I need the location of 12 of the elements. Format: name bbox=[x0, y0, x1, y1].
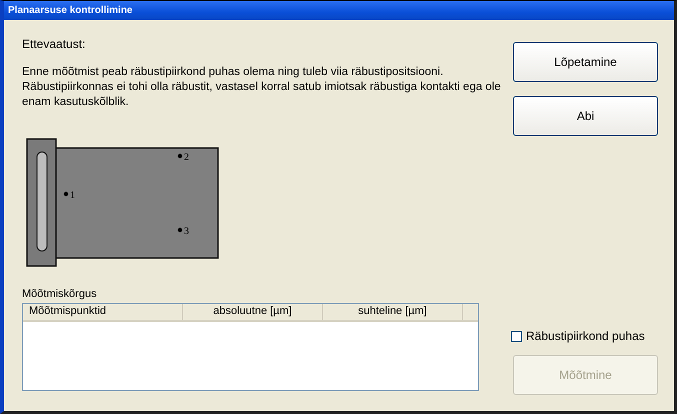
column-header[interactable]: suhteline [µm] bbox=[323, 304, 463, 320]
table-label: Mõõtmiskõrgus bbox=[22, 288, 98, 300]
probe-diagram: 1 2 3 bbox=[26, 138, 220, 268]
column-header[interactable]: absoluutne [µm] bbox=[183, 304, 323, 320]
warning-text: Enne mõõtmist peab räbustipiirkond puhas olema ning tuleb viia räbustipositsiooni. Räbustipiirkonnas ei tohi olla räbustit, vastasel korral satub imiotsak räbustiga kontakti ega ole enam kasutuskõlblik. bbox=[22, 65, 502, 110]
warning-heading: Ettevaatust: bbox=[22, 37, 86, 51]
checkbox[interactable] bbox=[511, 330, 522, 342]
window-title: Planaarsuse kontrollimine bbox=[8, 5, 132, 16]
dialog-button[interactable]: Lõpetamine bbox=[513, 42, 658, 82]
column-header[interactable]: Mõõtmispunktid bbox=[23, 304, 183, 320]
checkbox-label[interactable]: Räbustipiirkond puhas bbox=[526, 329, 645, 343]
dialog-button[interactable]: Abi bbox=[513, 96, 658, 136]
